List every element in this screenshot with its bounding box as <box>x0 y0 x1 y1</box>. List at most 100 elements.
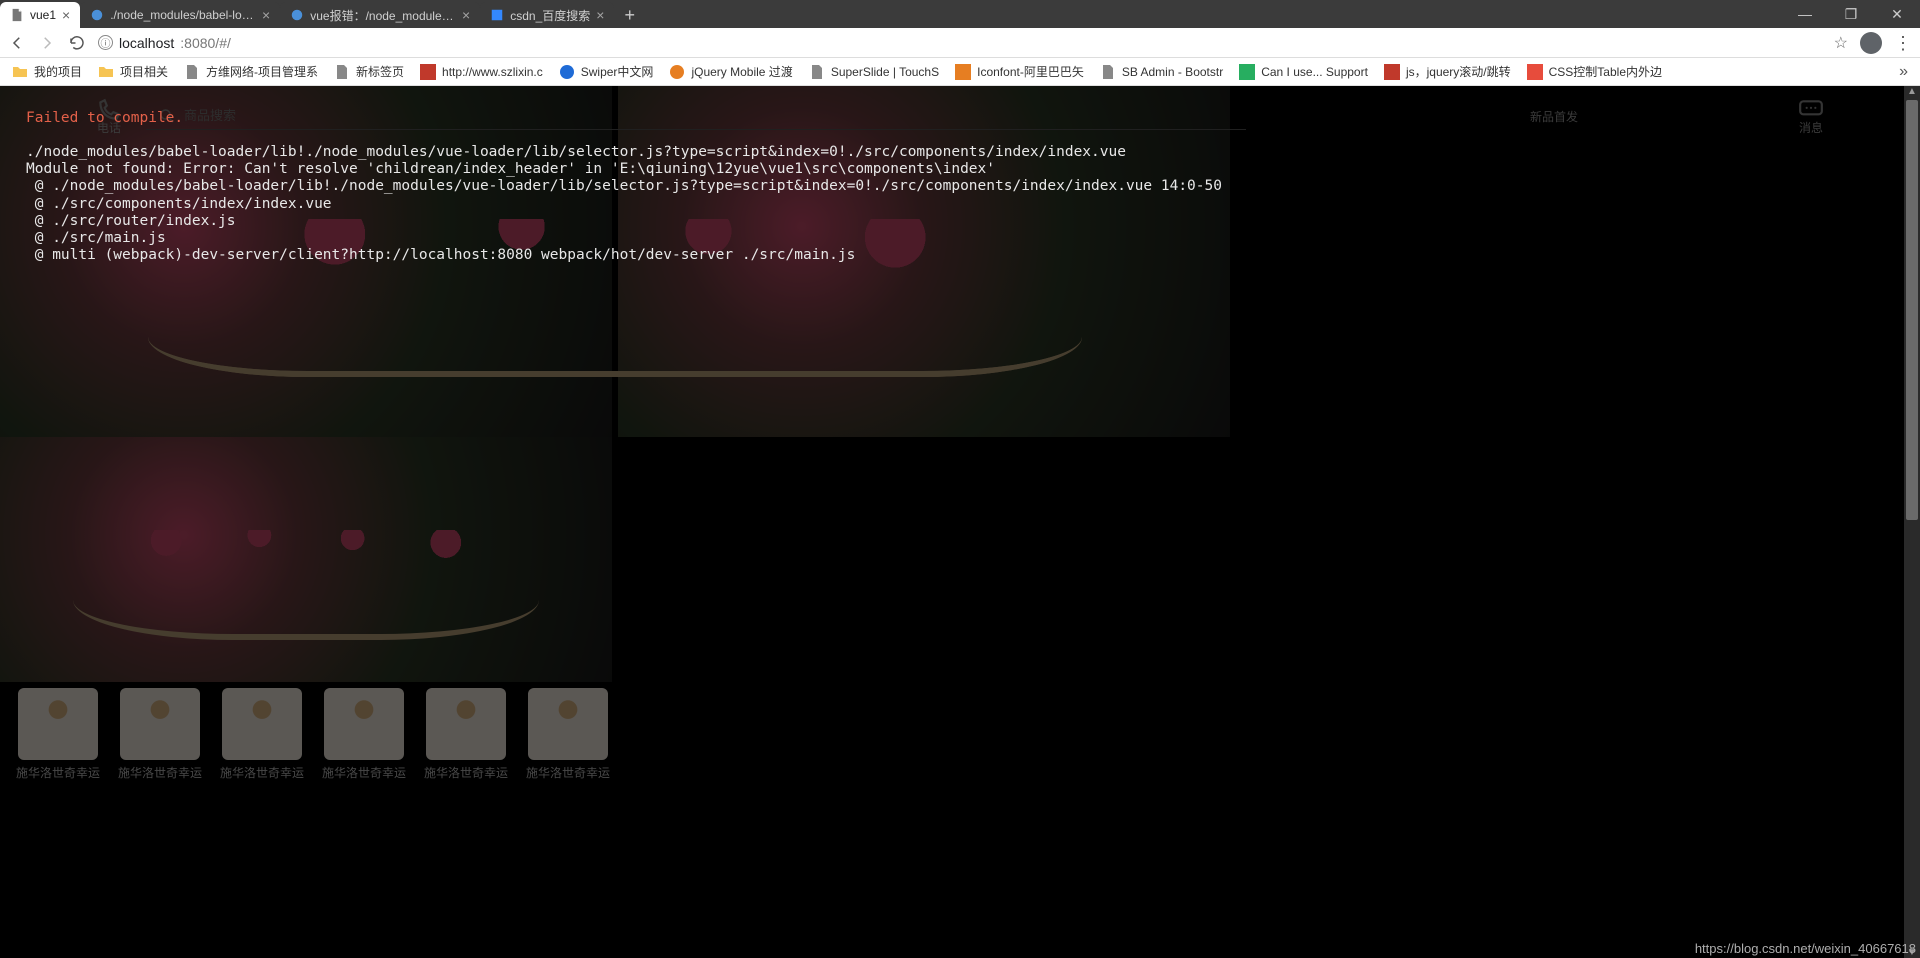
close-icon[interactable]: × <box>462 8 470 22</box>
favicon <box>290 8 304 22</box>
watermark-text: https://blog.csdn.net/weixin_40667618 <box>1695 941 1916 956</box>
thumb-label: 施华洛世奇幸运 <box>16 764 100 781</box>
product-thumb[interactable]: 施华洛世奇幸运 <box>12 688 104 781</box>
browser-tab-2[interactable]: vue报错：/node_modules/bab × <box>280 2 480 28</box>
window-minimize-button[interactable]: — <box>1782 0 1828 28</box>
tab-title: vue1 <box>30 8 56 22</box>
address-bar[interactable]: ⓘ localhost :8080/#/ <box>98 35 1822 51</box>
webpack-error-overlay: Failed to compile. ./node_modules/babel-… <box>26 110 1900 264</box>
bookmark-label: js，jquery滚动/跳转 <box>1406 63 1511 80</box>
bookmark-item[interactable]: js，jquery滚动/跳转 <box>1384 63 1511 80</box>
product-thumb[interactable]: 施华洛世奇幸运 <box>114 688 206 781</box>
close-icon[interactable]: × <box>262 8 270 22</box>
close-icon[interactable]: × <box>596 8 604 22</box>
error-title: Failed to compile. <box>26 110 183 126</box>
favicon <box>420 64 436 80</box>
favicon <box>1527 64 1543 80</box>
bookmark-item[interactable]: http://www.szlixin.c <box>420 64 543 80</box>
hero-image-row <box>0 437 612 682</box>
thumb-label: 施华洛世奇幸运 <box>118 764 202 781</box>
thumb-image <box>120 688 200 760</box>
thumb-label: 施华洛世奇幸运 <box>220 764 304 781</box>
bookmark-item[interactable]: 我的项目 <box>12 63 82 80</box>
file-icon <box>10 8 24 22</box>
bookmarks-bar: 我的项目 项目相关 方维网络-项目管理系 新标签页 http://www.szl… <box>0 58 1920 86</box>
bookmark-label: http://www.szlixin.c <box>442 65 543 79</box>
file-icon <box>809 64 825 80</box>
vertical-scrollbar[interactable]: ▲ ▼ <box>1904 86 1920 958</box>
browser-tab-1[interactable]: ./node_modules/babel-loader/ × <box>80 2 280 28</box>
tab-title: vue报错：/node_modules/bab <box>310 7 456 24</box>
window-maximize-button[interactable]: ❐ <box>1828 0 1874 28</box>
bookmark-label: 新标签页 <box>356 63 404 80</box>
bookmark-item[interactable]: SB Admin - Bootstr <box>1100 64 1223 80</box>
profile-avatar[interactable] <box>1860 32 1882 54</box>
forward-button[interactable] <box>38 34 56 52</box>
bookmark-label: 我的项目 <box>34 63 82 80</box>
scrollbar-thumb[interactable] <box>1906 100 1918 520</box>
bookmark-item[interactable]: 方维网络-项目管理系 <box>184 63 318 80</box>
product-thumb[interactable]: 施华洛世奇幸运 <box>216 688 308 781</box>
bookmarks-overflow-button[interactable]: » <box>1899 63 1908 81</box>
product-thumb[interactable]: 施华洛世奇幸运 <box>420 688 512 781</box>
thumb-image <box>426 688 506 760</box>
window-controls: — ❐ ✕ <box>1782 0 1920 28</box>
hero-image <box>0 437 612 682</box>
back-button[interactable] <box>8 34 26 52</box>
favicon <box>1384 64 1400 80</box>
tab-title: csdn_百度搜索 <box>510 7 590 24</box>
bookmark-label: 项目相关 <box>120 63 168 80</box>
site-info-icon[interactable]: ⓘ <box>98 35 113 50</box>
bookmark-star-icon[interactable]: ☆ <box>1834 33 1848 53</box>
favicon <box>490 8 504 22</box>
bookmark-label: SB Admin - Bootstr <box>1122 65 1223 79</box>
thumb-image <box>324 688 404 760</box>
bookmark-item[interactable]: SuperSlide | TouchS <box>809 64 939 80</box>
bookmark-item[interactable]: Iconfont-阿里巴巴矢 <box>955 63 1084 80</box>
url-host: localhost <box>119 35 174 51</box>
bookmark-item[interactable]: 新标签页 <box>334 63 404 80</box>
bookmark-label: Iconfont-阿里巴巴矢 <box>977 63 1084 80</box>
browser-tab-0[interactable]: vue1 × <box>0 2 80 28</box>
thumb-image <box>18 688 98 760</box>
reload-button[interactable] <box>68 34 86 52</box>
product-thumb[interactable]: 施华洛世奇幸运 <box>522 688 614 781</box>
favicon <box>1239 64 1255 80</box>
tab-title: ./node_modules/babel-loader/ <box>110 8 256 22</box>
bookmark-label: CSS控制Table内外边 <box>1549 63 1662 80</box>
bookmark-label: jQuery Mobile 过渡 <box>691 63 792 80</box>
browser-tab-3[interactable]: csdn_百度搜索 × <box>480 2 614 28</box>
thumb-label: 施华洛世奇幸运 <box>322 764 406 781</box>
new-tab-button[interactable]: + <box>614 2 645 28</box>
bookmark-label: Swiper中文网 <box>581 63 654 80</box>
browser-toolbar: ⓘ localhost :8080/#/ ☆ ⋮ <box>0 28 1920 58</box>
thumb-label: 施华洛世奇幸运 <box>526 764 610 781</box>
window-close-button[interactable]: ✕ <box>1874 0 1920 28</box>
chrome-menu-button[interactable]: ⋮ <box>1894 34 1912 52</box>
file-icon <box>334 64 350 80</box>
favicon <box>90 8 104 22</box>
bookmark-item[interactable]: Swiper中文网 <box>559 63 654 80</box>
file-icon <box>1100 64 1116 80</box>
favicon <box>955 64 971 80</box>
thumb-image <box>222 688 302 760</box>
bookmark-item[interactable]: Can I use... Support <box>1239 64 1368 80</box>
url-path: :8080/#/ <box>180 35 231 51</box>
scroll-up-arrow[interactable]: ▲ <box>1904 86 1920 97</box>
bookmark-item[interactable]: CSS控制Table内外边 <box>1527 63 1662 80</box>
browser-tab-strip: vue1 × ./node_modules/babel-loader/ × vu… <box>0 0 1920 28</box>
folder-icon <box>12 64 28 80</box>
bookmark-item[interactable]: 项目相关 <box>98 63 168 80</box>
close-icon[interactable]: × <box>62 8 70 22</box>
folder-icon <box>98 64 114 80</box>
thumb-label: 施华洛世奇幸运 <box>424 764 508 781</box>
thumb-image <box>528 688 608 760</box>
product-thumb-strip: 施华洛世奇幸运 施华洛世奇幸运 施华洛世奇幸运 施华洛世奇幸运 施华洛世奇幸运 … <box>0 682 626 787</box>
favicon <box>669 64 685 80</box>
favicon <box>559 64 575 80</box>
bookmark-item[interactable]: jQuery Mobile 过渡 <box>669 63 792 80</box>
bookmark-label: Can I use... Support <box>1261 65 1368 79</box>
error-body: ./node_modules/babel-loader/lib!./node_m… <box>26 144 1222 263</box>
product-thumb[interactable]: 施华洛世奇幸运 <box>318 688 410 781</box>
bookmark-label: SuperSlide | TouchS <box>831 65 939 79</box>
